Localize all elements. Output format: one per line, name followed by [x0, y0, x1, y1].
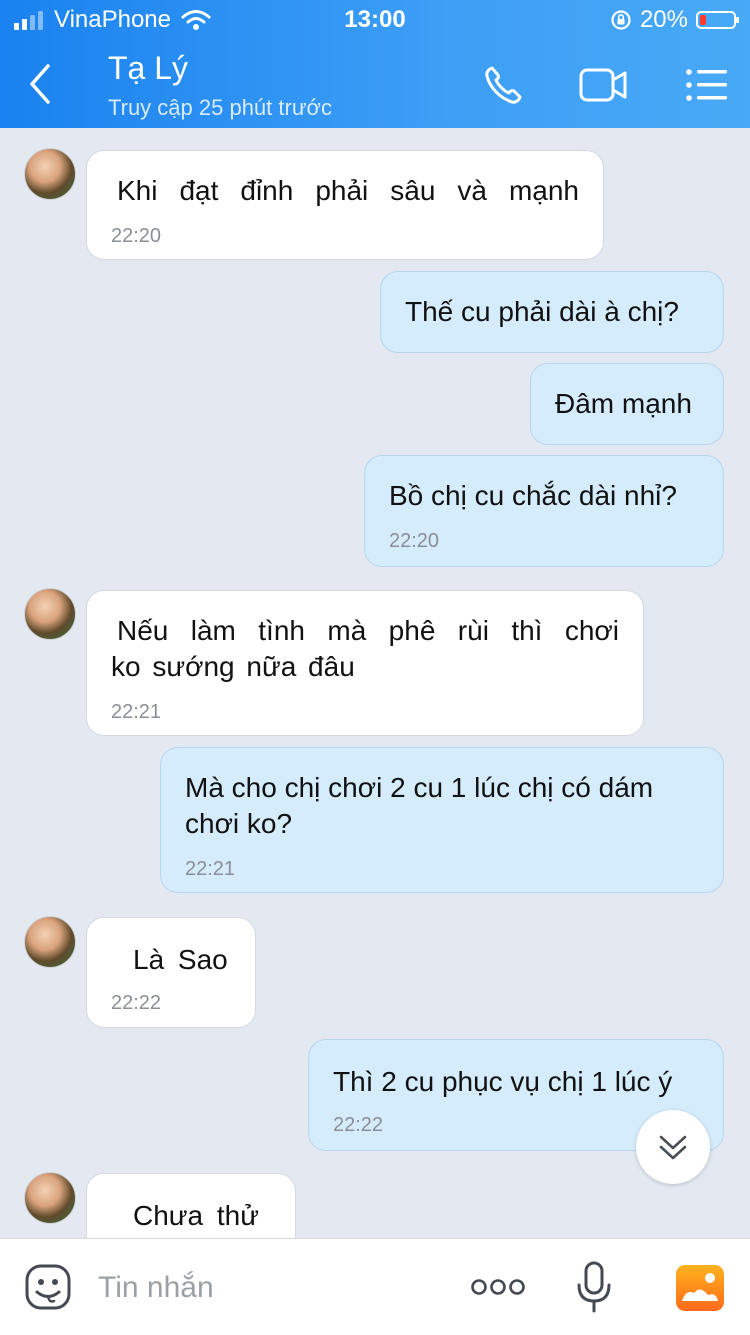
message-text: Bồ chị cu chắc dài nhỉ? — [389, 480, 677, 511]
message-text: Mà cho chị chơi 2 cu 1 lúc chị có dám — [185, 772, 654, 803]
microphone-icon[interactable] — [574, 1261, 614, 1313]
last-seen-status: Truy cập 25 phút trước — [108, 95, 332, 120]
message-bubble-outgoing[interactable]: Đâm mạnh — [530, 363, 724, 445]
more-options-icon[interactable] — [470, 1275, 526, 1299]
message-bubble-incoming[interactable]: Chưa thử — [86, 1173, 296, 1238]
message-time: 22:21 — [111, 701, 162, 723]
message-text: ko sướng nữa đâu — [111, 651, 355, 682]
message-text: Thì 2 cu phục vụ chị 1 lúc ý — [333, 1066, 673, 1097]
chat-messages-area[interactable]: Khi đạt đỉnh phải sâu và mạnh 22:20 Thế … — [0, 128, 750, 1238]
message-bubble-incoming[interactable]: Nếu làm tình mà phê rùi thì chơi ko sướn… — [86, 590, 644, 736]
message-text: Chưa thử — [133, 1200, 259, 1231]
emoji-icon[interactable] — [24, 1263, 72, 1311]
menu-list-icon[interactable] — [682, 62, 732, 108]
scroll-to-bottom-button[interactable] — [636, 1110, 710, 1184]
status-bar: VinaPhone 13:00 20% — [0, 0, 750, 40]
rotation-lock-icon — [611, 10, 631, 30]
message-bubble-incoming[interactable]: Là Sao 22:22 — [86, 917, 256, 1028]
message-text: Khi đạt đỉnh phải sâu và mạnh — [117, 175, 579, 206]
message-time: 22:20 — [111, 225, 162, 247]
contact-avatar[interactable] — [24, 916, 76, 968]
message-text: Đâm mạnh — [555, 388, 692, 419]
message-time: 22:21 — [185, 858, 236, 880]
message-input-bar — [0, 1238, 750, 1335]
message-time: 22:20 — [389, 530, 440, 552]
contact-avatar[interactable] — [24, 1172, 76, 1224]
message-text: chơi ko? — [185, 808, 293, 839]
message-bubble-incoming[interactable]: Khi đạt đỉnh phải sâu và mạnh 22:20 — [86, 150, 604, 260]
message-text: Là Sao — [133, 944, 228, 975]
message-input[interactable] — [96, 1265, 430, 1311]
gallery-icon[interactable] — [676, 1265, 724, 1311]
message-bubble-outgoing[interactable]: Mà cho chị chơi 2 cu 1 lúc chị có dám ch… — [160, 747, 724, 893]
contact-name[interactable]: Tạ Lý — [108, 50, 188, 87]
message-time: 22:22 — [111, 992, 162, 1014]
battery-icon — [696, 11, 739, 29]
message-bubble-outgoing[interactable]: Thế cu phải dài à chị? — [380, 271, 724, 353]
message-time: 22:22 — [333, 1114, 384, 1136]
video-call-icon[interactable] — [578, 62, 628, 108]
double-chevron-down-icon — [659, 1135, 687, 1160]
phone-call-icon[interactable] — [480, 62, 530, 108]
battery-percent: 20% — [639, 6, 688, 33]
message-bubble-outgoing[interactable]: Bồ chị cu chắc dài nhỉ? 22:20 — [364, 455, 724, 567]
message-text: Nếu làm tình mà phê rùi thì chơi — [117, 615, 619, 646]
chat-header: VinaPhone 13:00 20% Tạ Lý Truy cập 25 ph… — [0, 0, 750, 128]
message-text: Thế cu phải dài à chị? — [405, 296, 679, 327]
contact-avatar[interactable] — [24, 148, 76, 200]
status-right-group: 20% — [610, 6, 739, 34]
contact-avatar[interactable] — [24, 588, 76, 640]
back-icon[interactable] — [22, 60, 62, 108]
